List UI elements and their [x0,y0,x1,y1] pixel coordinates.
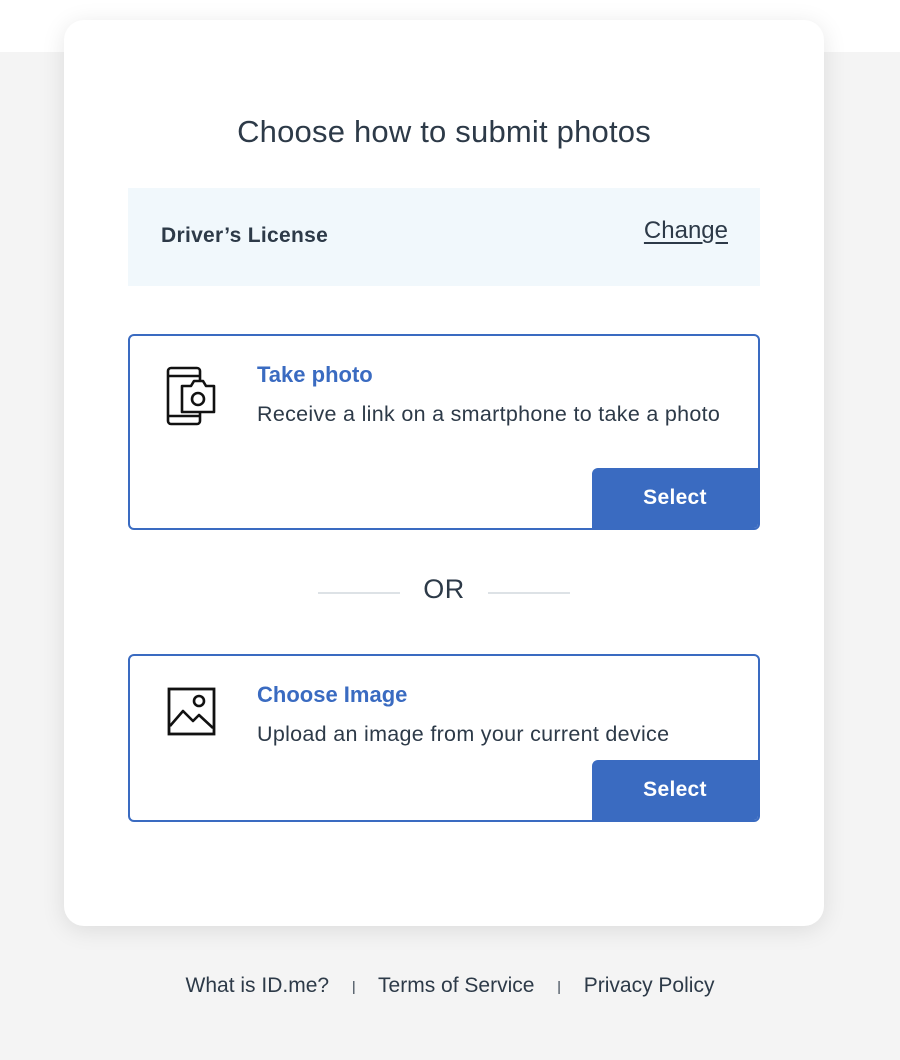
take-photo-option[interactable]: Take photo Receive a link on a smartphon… [128,334,760,530]
footer-link-privacy[interactable]: Privacy Policy [584,974,715,997]
document-type-label: Driver’s License [161,224,329,247]
phone-camera-icon [166,366,218,428]
or-label: OR [423,574,465,604]
change-document-link[interactable]: Change [644,217,728,245]
or-divider: OR [318,572,570,612]
footer-link-terms[interactable]: Terms of Service [378,974,534,997]
take-photo-description: Receive a link on a smartphone to take a… [257,402,721,426]
footer-separator: | [351,978,356,995]
page-title: Choose how to submit photos [237,114,651,149]
take-photo-title: Take photo [257,362,373,387]
choose-image-title: Choose Image [257,682,408,707]
choose-image-option[interactable]: Choose Image Upload an image from your c… [128,654,760,822]
choose-image-description: Upload an image from your current device [257,722,670,746]
footer-links: What is ID.me? | Terms of Service | Priv… [0,974,900,998]
footer-separator: | [557,978,561,995]
selected-document-panel: Driver’s License Change [128,188,760,286]
take-photo-select-button[interactable]: Select [592,468,758,528]
image-icon [166,686,218,748]
footer-link-what-is-idme[interactable]: What is ID.me? [186,974,330,997]
divider-line-right [488,592,570,594]
submission-card: Choose how to submit photos Driver’s Lic… [64,20,824,926]
choose-image-select-button[interactable]: Select [592,760,758,820]
